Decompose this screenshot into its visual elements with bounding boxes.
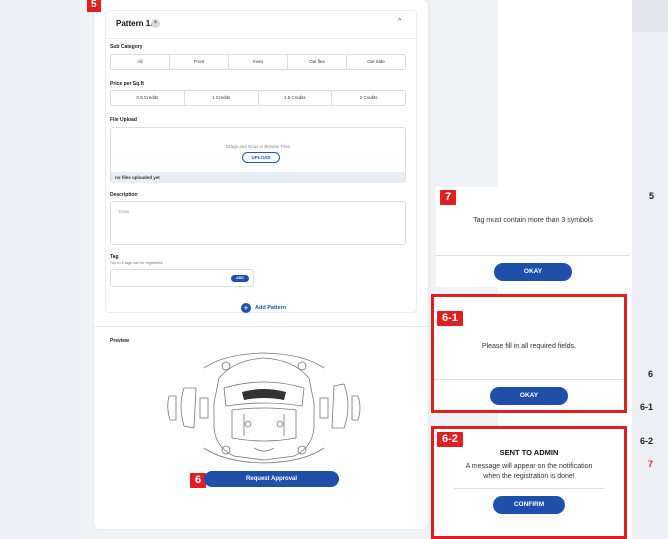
tag-label: Tag (110, 254, 119, 260)
file-upload-label: File Upload (110, 117, 137, 123)
sub-category-option[interactable]: Front (170, 55, 229, 69)
sub-category-option[interactable]: Out flex (288, 55, 347, 69)
dialog-divider (436, 255, 630, 256)
upload-button[interactable]: UPLOAD (242, 152, 280, 163)
sent-to-admin-title: SENT TO ADMIN (499, 448, 559, 457)
tag-input[interactable]: ADD (110, 269, 254, 287)
pattern-form-card: 5 Pattern 1. × ^ Sub Category All Front … (87, 0, 428, 529)
side-marker-6: 6 (648, 369, 654, 379)
upload-status: no files uploaded yet (111, 172, 405, 183)
required-fields-message: Please fill in all required fields. (481, 343, 577, 350)
sub-category-option[interactable]: Out Side (347, 55, 405, 69)
pattern-title: Pattern 1. (116, 19, 153, 28)
plus-circle-icon: + (241, 303, 251, 313)
dialog-divider (454, 488, 604, 489)
sub-category-label: Sub Category (110, 44, 143, 50)
annotation-marker-7: 7 (440, 190, 457, 205)
pattern-header[interactable]: Pattern 1. × ^ (106, 11, 416, 39)
description-label: Description (110, 192, 138, 198)
price-option[interactable]: 1 Credits (185, 91, 259, 105)
side-marker-5: 5 (649, 191, 655, 201)
chevron-up-icon[interactable]: ^ (398, 18, 401, 25)
file-dropzone[interactable]: Drage and Drop or Browse Files UPLOAD no… (110, 127, 406, 183)
side-marker-7: 7 (648, 459, 654, 469)
sent-to-admin-line-2: when the registration is done! (483, 473, 575, 480)
sent-to-admin-line-1: A message will appear on the notificatio… (465, 463, 593, 470)
annotation-marker-6-1: 6-1 (437, 311, 463, 326)
sub-category-selector: All Front Inner Out flex Out Side (110, 54, 406, 70)
required-fields-okay-button[interactable]: OKAY (490, 387, 568, 405)
page-background-left (0, 0, 79, 539)
side-marker-6-1: 6-1 (640, 402, 654, 412)
request-approval-button[interactable]: Request Approval (204, 471, 339, 487)
tag-error-okay-button[interactable]: OKAY (494, 263, 572, 281)
required-fields-dialog: 6-1 Please fill in all required fields. … (434, 297, 624, 410)
section-divider (94, 326, 428, 327)
remove-pattern-icon[interactable]: × (151, 19, 160, 28)
price-label: Price per Sq.ft (110, 81, 144, 87)
far-right-header (632, 0, 668, 32)
tag-error-dialog: 7 Tag must contain more than 3 symbols O… (436, 187, 630, 287)
price-option[interactable]: 2 Credits (332, 91, 405, 105)
annotation-marker-6-2: 6-2 (437, 432, 463, 447)
annotation-marker-5: 5 (87, 0, 101, 12)
description-field[interactable]: Enter.. (110, 201, 406, 245)
dialog-divider (434, 379, 624, 380)
side-marker-6-2: 6-2 (640, 436, 654, 446)
add-tag-button[interactable]: ADD (231, 275, 249, 282)
car-wrap-template-image (167, 352, 361, 464)
price-option[interactable]: 1.5 Credits (259, 91, 333, 105)
confirm-button[interactable]: CONFIRM (493, 496, 565, 514)
sub-category-option[interactable]: Inner (229, 55, 288, 69)
price-selector: 0.5 Credits 1 Credits 1.5 Credits 2 Cred… (110, 90, 406, 106)
tag-note: *Up to 5 tags can be registered. (110, 261, 164, 265)
price-option[interactable]: 0.5 Credits (111, 91, 185, 105)
sent-to-admin-dialog: 6-2 SENT TO ADMIN A message will appear … (434, 429, 624, 536)
tag-error-message: Tag must contain more than 3 symbols (473, 217, 593, 224)
preview-label: Preview (110, 338, 129, 344)
add-pattern-label: Add Pattern (255, 305, 287, 311)
sub-category-option[interactable]: All (111, 55, 170, 69)
upload-hint: Drage and Drop or Browse Files (225, 144, 291, 149)
description-placeholder: Enter.. (119, 209, 133, 214)
add-pattern-button[interactable]: + Add Pattern (241, 303, 286, 313)
